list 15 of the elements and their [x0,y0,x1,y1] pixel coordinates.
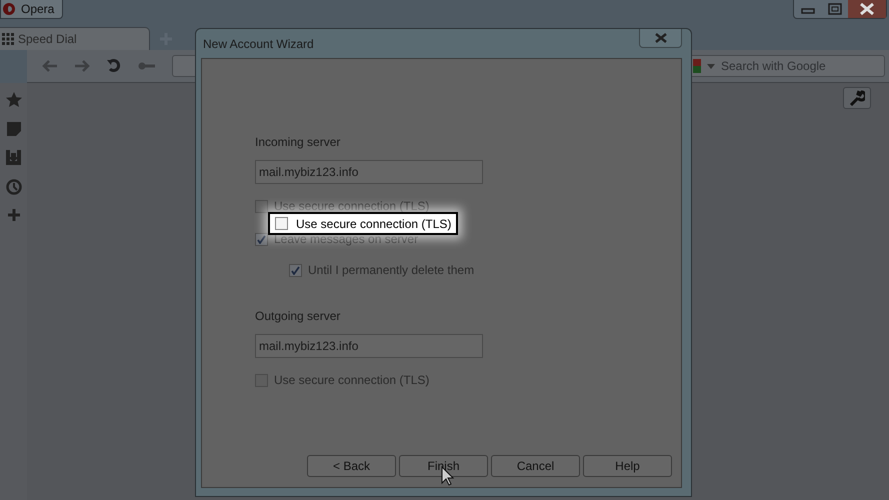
server-field[interactable]: mail.mybiz123.info [255,334,483,358]
dialog-button[interactable]: Help [583,455,672,477]
search-placeholder: Search with Google [721,59,826,73]
browser-tab[interactable]: Speed Dial [0,27,150,50]
section-heading: Incoming server [255,135,340,149]
opera-menu-button[interactable]: Opera [0,0,64,19]
callout-label: Use secure connection (TLS) [296,216,452,230]
checkbox-label: Until I permanently delete them [308,263,474,277]
dialog-button[interactable]: < Back [307,455,396,477]
section-heading: Outgoing server [255,309,340,323]
checkbox-label: Use secure connection (TLS) [274,373,430,387]
dialog-button[interactable]: Finish [399,455,488,477]
server-field[interactable]: mail.mybiz123.info [255,160,483,184]
dialog-button[interactable]: Cancel [491,455,580,477]
dialog-title: New Account Wizard [203,36,314,50]
